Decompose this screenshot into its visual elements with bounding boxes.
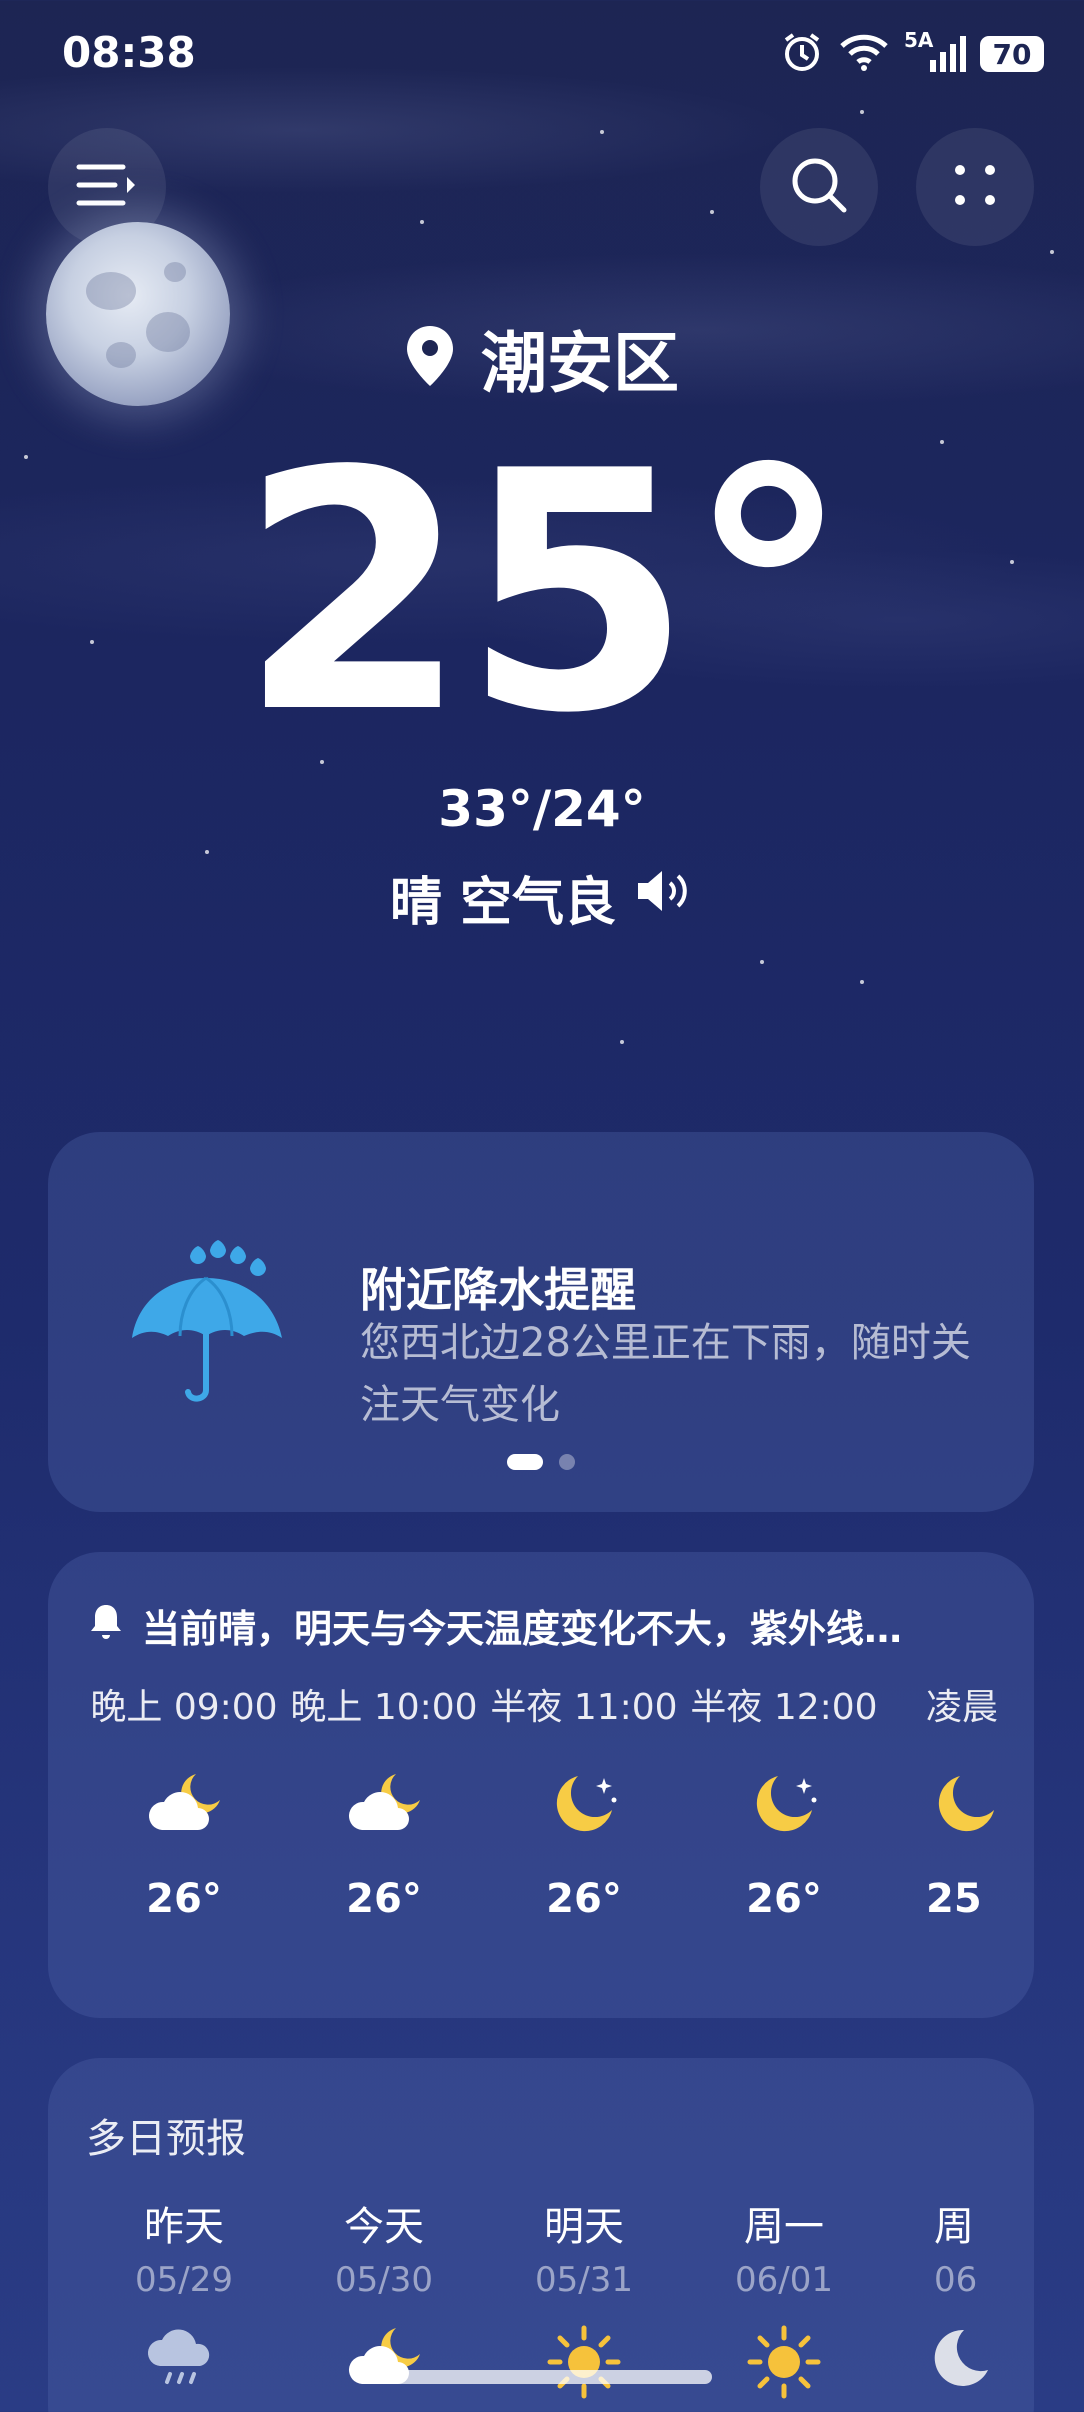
high-low-temperature: 33°/24°	[438, 780, 646, 838]
day-name: 昨天	[144, 2204, 224, 2250]
search-button[interactable]	[760, 128, 878, 246]
hourly-item: 半夜 11:00 26°	[484, 1678, 684, 1922]
wifi-icon	[838, 32, 890, 76]
umbrella-icon	[128, 1230, 288, 1414]
day-date: 05/31	[535, 2260, 633, 2300]
carousel-dot-active	[507, 1454, 543, 1470]
battery-indicator: 70	[980, 36, 1044, 72]
day-name: 今天	[344, 2204, 424, 2250]
hour-time: 凌晨 0	[926, 1687, 1006, 1728]
day-date: 06/01	[735, 2260, 833, 2300]
grid-dots-icon	[950, 160, 1000, 214]
current-condition: 晴 空气良	[0, 860, 1084, 935]
hour-temperature: 26°	[546, 1876, 622, 1922]
sun-icon	[684, 2322, 884, 2406]
hour-temperature: 26°	[146, 1876, 222, 1922]
clear-moon-icon	[484, 1768, 684, 1858]
hourly-forecast-card[interactable]: 当前晴，明天与今天温度变化不大，紫外线… 晚上 09:00 26° 晚上 10:…	[48, 1552, 1034, 2018]
day-name: 周	[934, 2204, 974, 2250]
menu-icon	[75, 161, 139, 213]
daily-item[interactable]: 今天 05/30	[284, 2194, 484, 2396]
rain-cloud-icon	[84, 2322, 284, 2396]
cloud-moon-icon	[284, 2322, 484, 2396]
cloud-moon-icon	[84, 1768, 284, 1858]
hour-temperature: 26°	[746, 1876, 822, 1922]
hourly-scroll[interactable]: 晚上 09:00 26° 晚上 10:00 26° 半夜 11:00 26° 半…	[48, 1552, 1006, 2018]
precipitation-alert-card[interactable]: 附近降水提醒 您西北边28公里正在下雨，随时关注天气变化	[48, 1132, 1034, 1512]
hour-temperature: 26°	[346, 1876, 422, 1922]
hour-time: 晚上 10:00	[290, 1687, 478, 1728]
hour-time: 晚上 09:00	[90, 1687, 278, 1728]
moon-icon	[934, 2322, 1006, 2396]
alert-body: 您西北边28公里正在下雨，随时关注天气变化	[360, 1320, 971, 1428]
daily-item[interactable]: 周 06	[884, 2194, 1006, 2396]
hourly-item: 半夜 12:00 26°	[684, 1678, 884, 1922]
day-date: 06	[934, 2260, 978, 2300]
daily-item[interactable]: 周一 06/01	[684, 2194, 884, 2406]
hourly-item: 晚上 10:00 26°	[284, 1678, 484, 1922]
speaker-icon	[634, 868, 694, 928]
carousel-dot	[559, 1454, 575, 1470]
daily-item[interactable]: 昨天 05/29	[84, 2194, 284, 2396]
clear-moon-icon	[684, 1768, 884, 1858]
day-date: 05/30	[335, 2260, 433, 2300]
sun-icon	[484, 2322, 684, 2406]
home-indicator[interactable]	[372, 2370, 712, 2384]
search-icon	[787, 153, 851, 221]
hourly-item: 晚上 09:00 26°	[84, 1678, 284, 1922]
carousel-indicator	[48, 1454, 1034, 1470]
status-bar-icons: 5A 70	[780, 28, 1044, 78]
hour-temperature: 25	[926, 1876, 982, 1922]
alarm-icon	[780, 30, 824, 78]
hour-time: 半夜 11:00	[490, 1687, 678, 1728]
daily-scroll[interactable]: 昨天 05/29 今天 05/30 明天 05/31 周一 06/01 周 06	[48, 2058, 1006, 2412]
location-header[interactable]: 潮安区	[0, 310, 1084, 406]
day-name: 明天	[544, 2204, 624, 2250]
multi-day-forecast-card[interactable]: 多日预报 昨天 05/29 今天 05/30 明天 05/31 周一 06/01	[48, 2058, 1034, 2412]
day-date: 05/29	[135, 2260, 233, 2300]
status-bar-time: 08:38	[62, 28, 196, 77]
signal-icon: 5A	[904, 28, 966, 74]
location-name: 潮安区	[481, 325, 679, 402]
hourly-item: 凌晨 0 25	[884, 1678, 1006, 1922]
current-temperature: 25°	[238, 401, 851, 785]
day-name: 周一	[744, 2204, 824, 2250]
hour-time: 半夜 12:00	[690, 1687, 878, 1728]
cloud-moon-icon	[284, 1768, 484, 1858]
condition-text: 晴 空气良	[389, 873, 617, 933]
more-options-button[interactable]	[916, 128, 1034, 246]
alert-title: 附近降水提醒	[360, 1263, 636, 1317]
speaker-button[interactable]	[634, 867, 694, 928]
clear-moon-icon	[926, 1768, 1006, 1858]
location-pin-icon	[405, 324, 455, 392]
